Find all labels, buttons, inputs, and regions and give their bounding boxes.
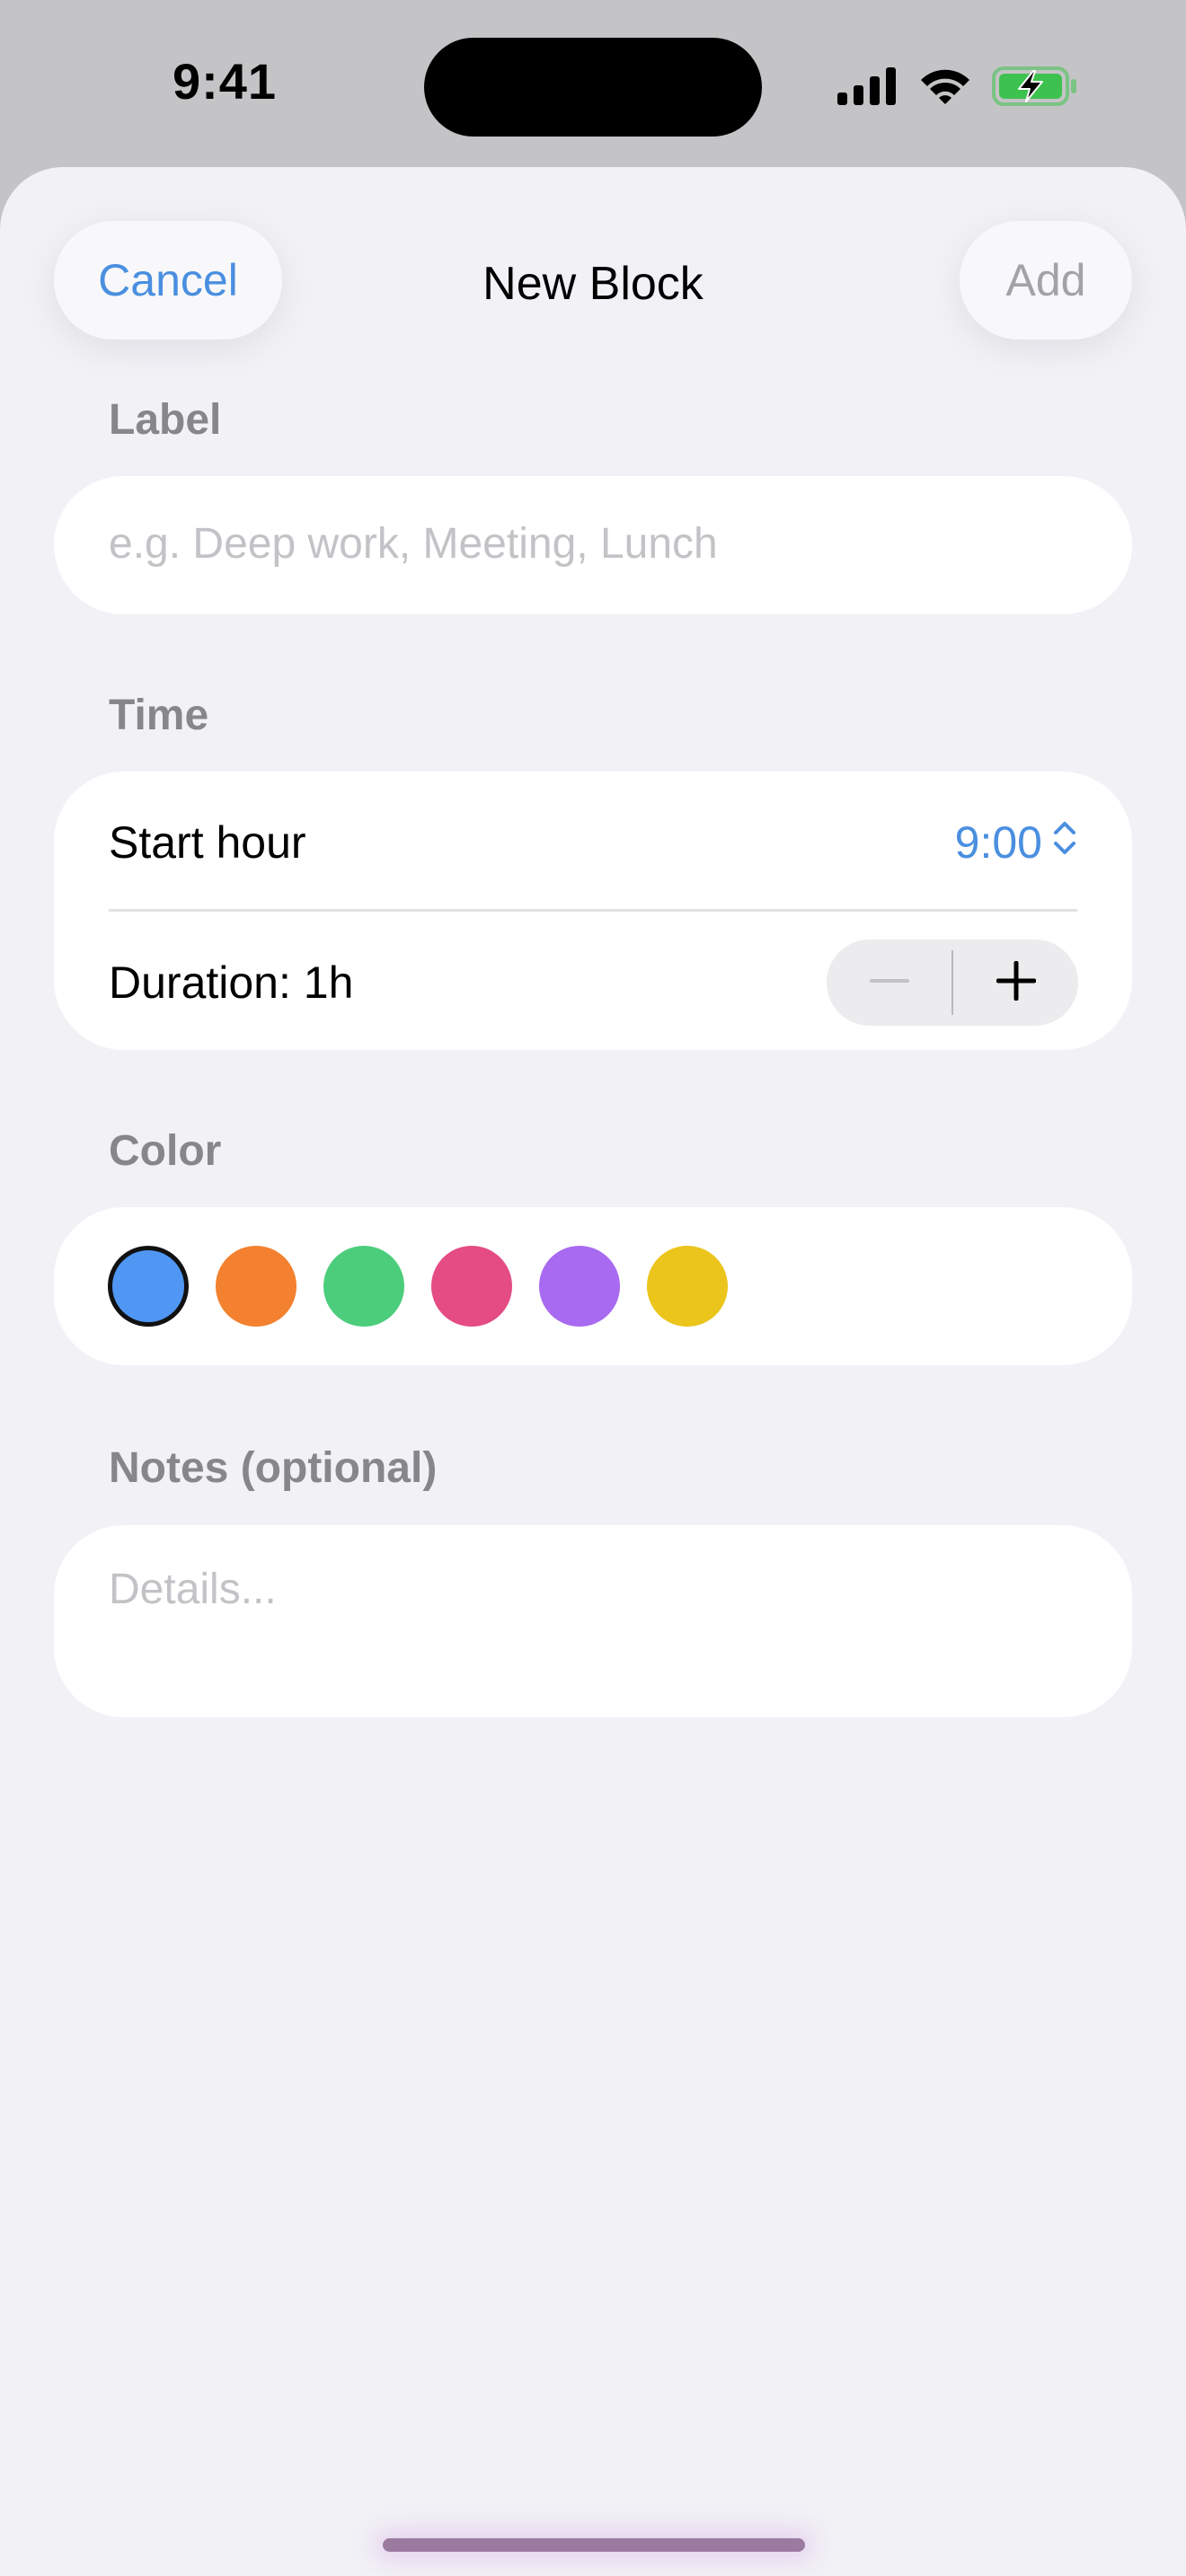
time-section-header: Time — [109, 692, 209, 739]
new-block-sheet: Cancel New Block Add Label e.g. Deep wor… — [0, 167, 1186, 2576]
notes-input-placeholder: Details... — [109, 1566, 277, 1613]
time-card: Start hour 9:00 Duration: 1h — [54, 772, 1132, 1050]
notes-input[interactable]: Details... — [54, 1525, 1132, 1717]
color-swatch-purple[interactable] — [539, 1246, 620, 1327]
increment-button[interactable] — [953, 940, 1078, 1026]
label-section-header: Label — [109, 396, 222, 444]
duration-stepper — [827, 940, 1078, 1026]
home-indicator — [383, 2538, 805, 2552]
start-hour-label: Start hour — [109, 817, 306, 868]
status-bar: 9:41 — [0, 0, 1186, 167]
cancel-button[interactable]: Cancel — [54, 221, 282, 340]
status-time: 9:41 — [172, 53, 278, 110]
color-swatch-orange[interactable] — [216, 1246, 296, 1327]
decrement-button[interactable] — [827, 940, 951, 1026]
add-button[interactable]: Add — [960, 221, 1132, 340]
label-input[interactable]: e.g. Deep work, Meeting, Lunch — [54, 476, 1132, 614]
chevron-up-down-icon — [1051, 816, 1078, 869]
cellular-signal-icon — [837, 67, 898, 105]
start-hour-value: 9:00 — [954, 817, 1042, 868]
status-icons — [837, 63, 1078, 110]
color-section-header: Color — [109, 1127, 222, 1175]
color-swatch-yellow[interactable] — [647, 1246, 728, 1327]
row-divider — [109, 909, 1077, 912]
label-input-placeholder: e.g. Deep work, Meeting, Lunch — [109, 520, 718, 568]
battery-charging-icon — [992, 66, 1078, 107]
wifi-icon — [918, 66, 972, 106]
dynamic-island — [424, 38, 762, 137]
color-card — [54, 1207, 1132, 1365]
minus-icon — [869, 961, 909, 1005]
color-swatch-pink[interactable] — [431, 1246, 512, 1327]
color-swatch-blue[interactable] — [108, 1246, 189, 1327]
start-hour-picker[interactable]: 9:00 — [955, 816, 1078, 869]
sheet-title: New Block — [482, 258, 704, 310]
duration-label: Duration: 1h — [109, 957, 354, 1008]
notes-section-header: Notes (optional) — [109, 1444, 438, 1492]
plus-icon — [996, 960, 1036, 1005]
color-swatch-green[interactable] — [323, 1246, 404, 1327]
